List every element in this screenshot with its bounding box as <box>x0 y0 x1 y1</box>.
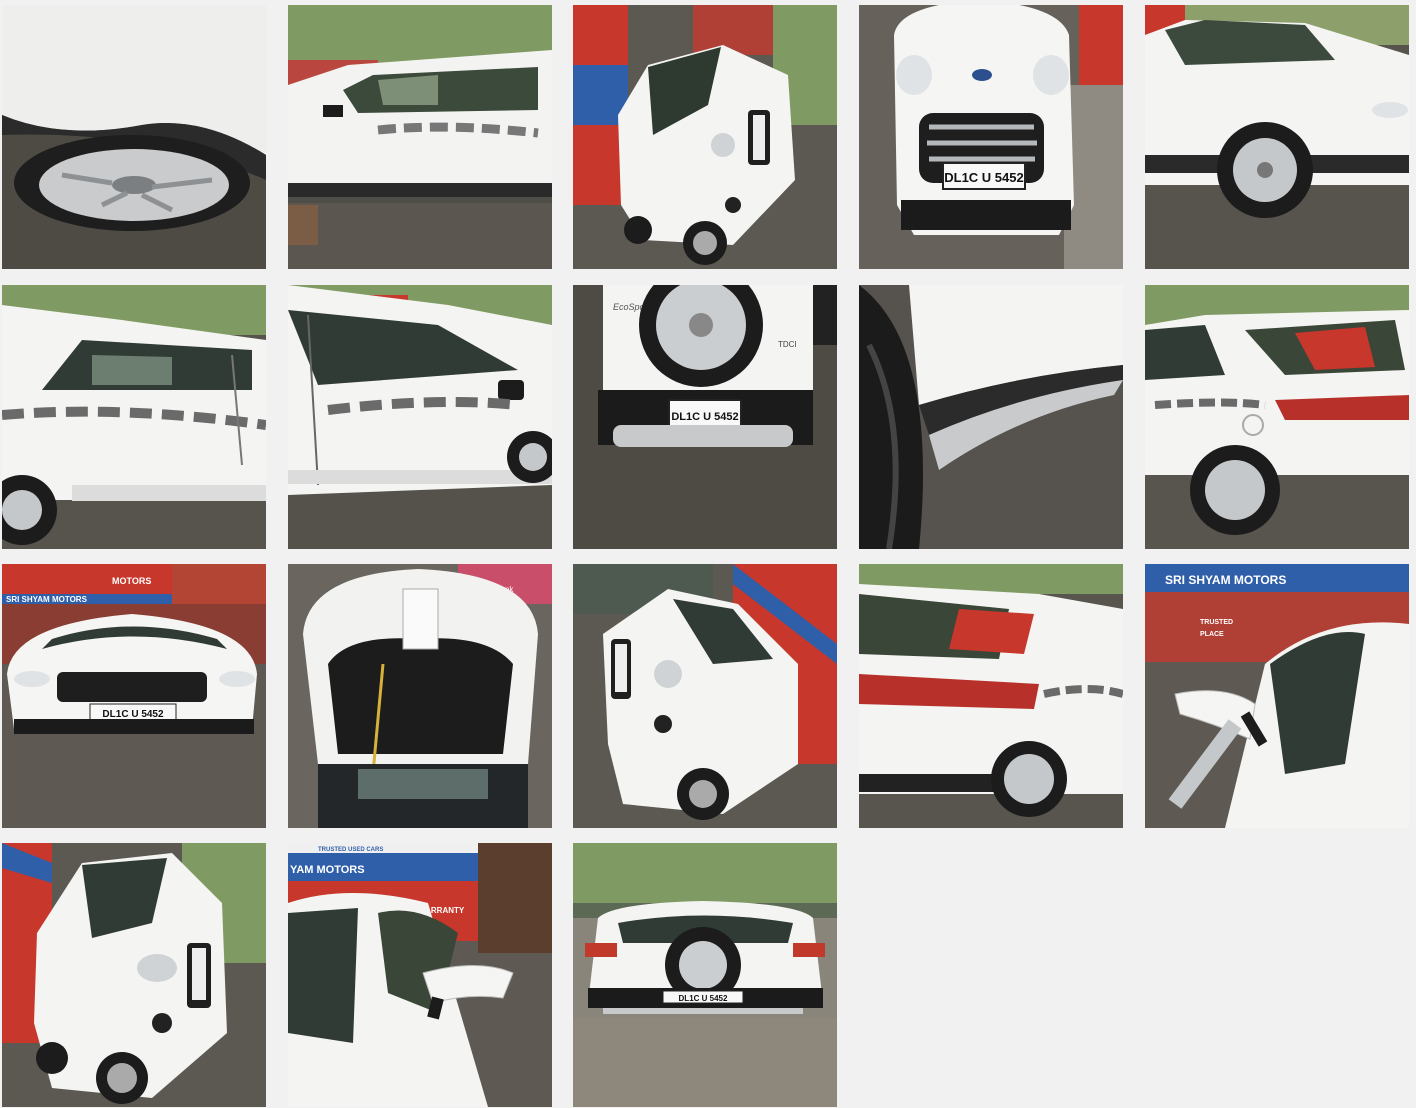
photo-right-side-wheel <box>1145 5 1409 269</box>
rear-plate-text: DL1C U 5452 <box>679 994 728 1003</box>
photo-rear-right-three-quarter <box>1145 285 1409 549</box>
photo-rear-mirror-dealer: TRUSTED USED CARS YAM MOTORS WARRANTY <box>288 843 552 1107</box>
photo-front-door-decal <box>288 285 552 549</box>
photo-front-wheel-closeup <box>2 5 266 269</box>
photo-side-step-closeup <box>859 285 1123 549</box>
photo-side-mirror-dealer: SRI SHYAM MOTORS TRUSTED PLACE <box>1145 564 1409 828</box>
photo-thumb-right-side-wheel[interactable] <box>1145 5 1409 269</box>
photo-thumb-rear-door-side[interactable] <box>2 285 266 549</box>
photo-thumb-side-profile-doors[interactable] <box>288 5 552 269</box>
rear-plate-text: DL1C U 5452 <box>671 411 738 423</box>
photo-thumb-rear-full-view[interactable]: DL1C U 5452 <box>573 843 837 1107</box>
photo-thumb-front-plate-view[interactable]: DL1C U 5452 <box>859 5 1123 269</box>
photo-front-dealer-shop: MOTORS SRI SHYAM MOTORS DL1C U 5452 <box>2 564 266 828</box>
dealer-sign-text: SRI SHYAM MOTORS <box>6 595 88 604</box>
dealer-sign-text: SRI SHYAM MOTORS <box>1165 573 1286 587</box>
dealer-sign-partial-text: YAM MOTORS <box>290 864 365 876</box>
photo-thumb-rear-right-three-quarter[interactable] <box>1145 285 1409 549</box>
photo-thumb-engine-bay-hood-open[interactable]: Central bank <box>288 564 552 828</box>
front-plate-text: DL1C U 5452 <box>944 170 1023 185</box>
photo-thumb-front-wheel-closeup[interactable] <box>2 5 266 269</box>
front-plate-text: DL1C U 5452 <box>102 709 164 720</box>
photo-rear-door-side <box>2 285 266 549</box>
photo-rear-taillight-quarter <box>859 564 1123 828</box>
photo-thumb-side-step-closeup[interactable] <box>859 285 1123 549</box>
photo-thumb-front-dealer-shop[interactable]: MOTORS SRI SHYAM MOTORS DL1C U 5452 <box>2 564 266 828</box>
photo-gallery: DL1C U 5452 EcoSport TDCI DL1C U 5452 MO… <box>0 0 1416 1108</box>
photo-rear-spare-wheel-plate: EcoSport TDCI DL1C U 5452 <box>573 285 837 549</box>
photo-thumb-rear-taillight-quarter[interactable] <box>859 564 1123 828</box>
place-sign-text: PLACE <box>1200 631 1224 638</box>
photo-side-profile-doors <box>288 5 552 269</box>
photo-thumb-front-door-decal[interactable] <box>288 285 552 549</box>
photo-thumb-rear-spare-wheel-plate[interactable]: EcoSport TDCI DL1C U 5452 <box>573 285 837 549</box>
photo-engine-bay-hood-open: Central bank <box>288 564 552 828</box>
photo-rear-full-view: DL1C U 5452 <box>573 843 837 1107</box>
photo-thumb-rear-mirror-dealer[interactable]: TRUSTED USED CARS YAM MOTORS WARRANTY <box>288 843 552 1107</box>
photo-thumb-side-mirror-dealer[interactable]: SRI SHYAM MOTORS TRUSTED PLACE <box>1145 564 1409 828</box>
photo-front-left-dealer <box>573 564 837 828</box>
tdci-badge-text: TDCI <box>778 340 797 349</box>
trusted-used-cars-text: TRUSTED USED CARS <box>318 847 383 853</box>
photo-thumb-front-left-high-angle[interactable] <box>2 843 266 1107</box>
photo-thumb-front-left-dealer[interactable] <box>573 564 837 828</box>
photo-front-plate-view: DL1C U 5452 <box>859 5 1123 269</box>
trusted-sign-text: TRUSTED <box>1200 619 1233 626</box>
motors-sign-text: MOTORS <box>112 576 151 586</box>
photo-front-left-three-quarter <box>573 5 837 269</box>
photo-front-left-high-angle <box>2 843 266 1107</box>
photo-thumb-front-left-three-quarter[interactable] <box>573 5 837 269</box>
